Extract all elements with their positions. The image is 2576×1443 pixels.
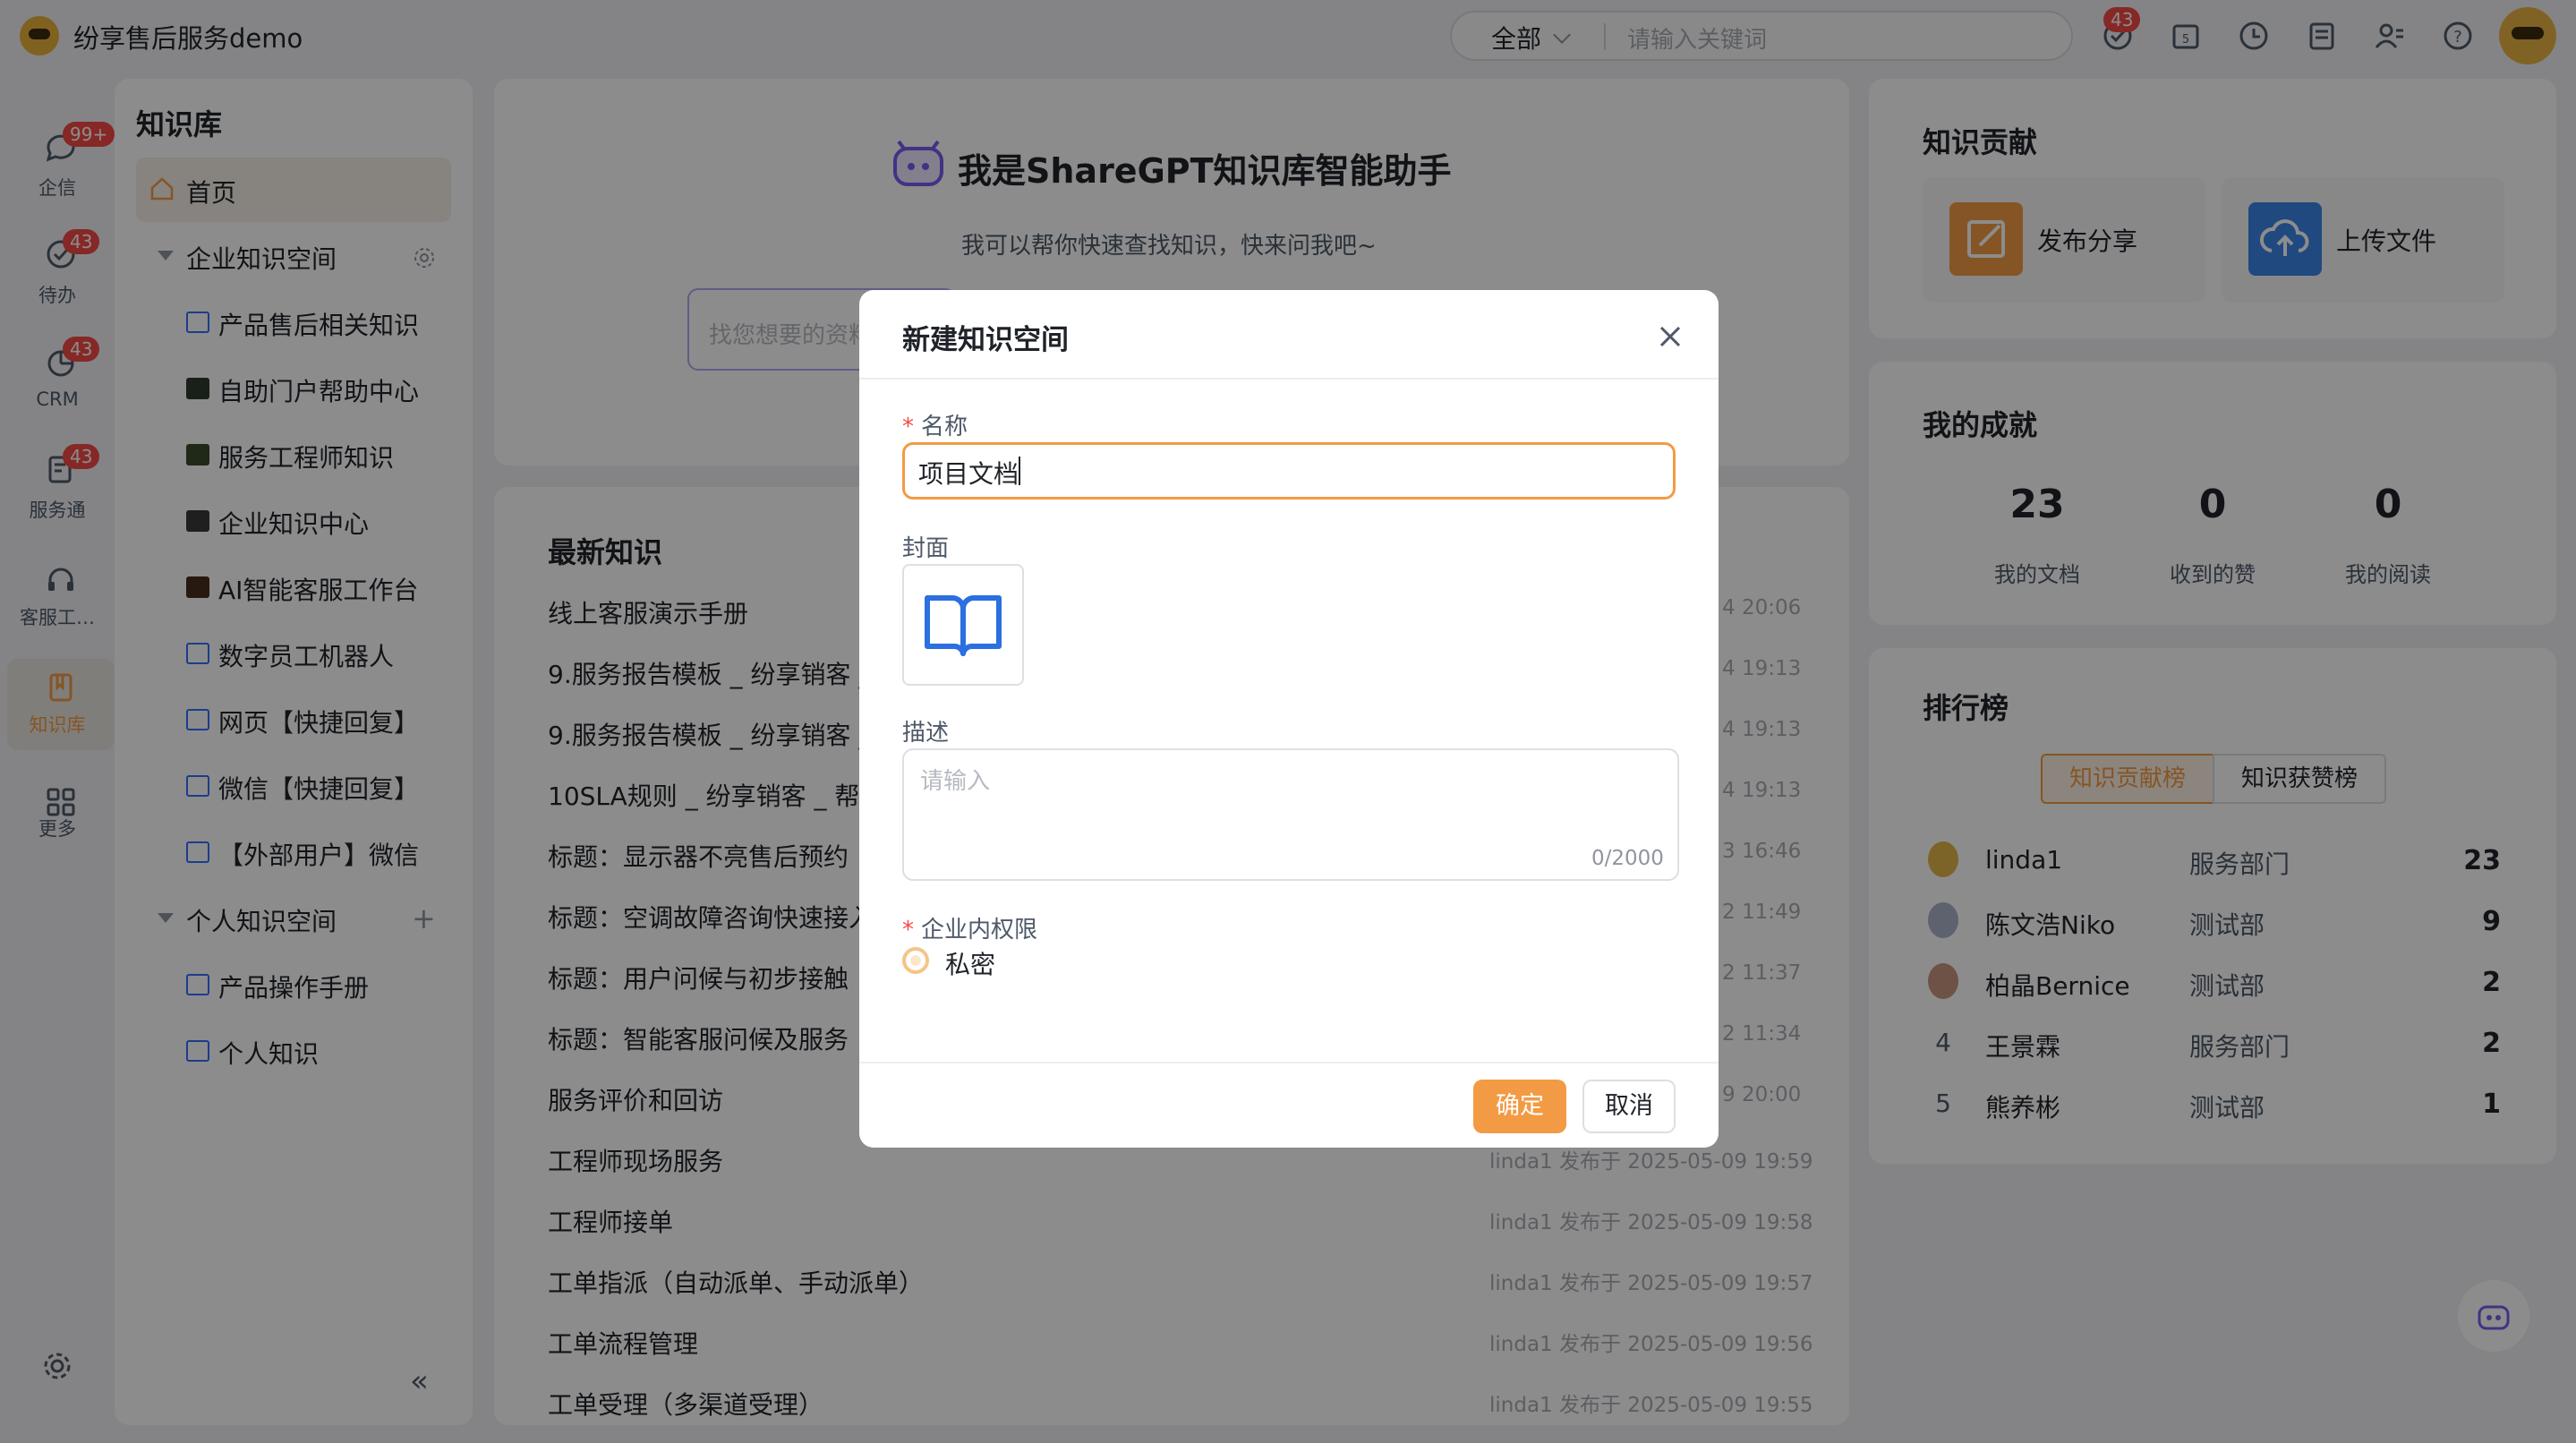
- name-input-value: 项目文档: [918, 459, 1019, 489]
- cancel-button[interactable]: 取消: [1582, 1080, 1676, 1133]
- description-field-label: 描述: [902, 720, 950, 747]
- text-cursor: [1019, 457, 1020, 485]
- dialog-footer-divider: [859, 1062, 1719, 1063]
- close-icon[interactable]: [1652, 319, 1688, 354]
- dialog-divider: [859, 378, 1719, 380]
- open-book-icon: [925, 595, 1002, 656]
- dialog-title: 新建知识空间: [902, 324, 1069, 356]
- cover-field-label: 封面: [902, 535, 950, 562]
- name-field-label: * 名称: [902, 414, 968, 440]
- permission-private-radio[interactable]: [902, 947, 929, 974]
- confirm-button[interactable]: 确定: [1473, 1080, 1566, 1133]
- new-knowledge-space-dialog: [859, 290, 1719, 1148]
- permission-field-label: * 企业内权限: [902, 917, 1038, 944]
- description-char-count: 0/2000: [1591, 847, 1664, 870]
- description-textarea[interactable]: [902, 748, 1679, 881]
- description-placeholder: 请输入: [920, 768, 991, 795]
- permission-private-label[interactable]: 私密: [945, 945, 995, 981]
- cover-picker[interactable]: [902, 564, 1024, 686]
